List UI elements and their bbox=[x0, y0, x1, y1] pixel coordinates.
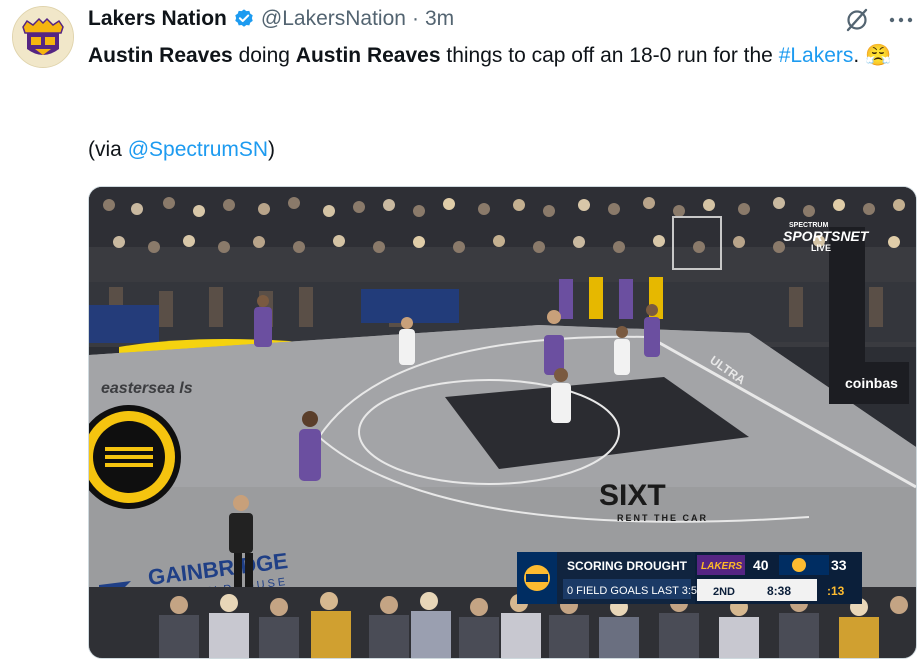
grok-icon[interactable] bbox=[843, 6, 871, 34]
separator-dot: · bbox=[411, 7, 419, 30]
text-segment-3: . bbox=[853, 44, 866, 67]
scorebug: SCORING DROUGHT 0 FIELD GOALS LAST 3:58 … bbox=[517, 552, 862, 604]
emoji: 😤 bbox=[865, 44, 892, 67]
scorebug-away-team: LAKERS bbox=[701, 561, 742, 572]
author-handle[interactable]: @LakersNation bbox=[261, 7, 406, 31]
court-ad-easterseals: eastersea ls bbox=[101, 380, 193, 397]
text-segment-2: things to cap off an 18-0 run for the bbox=[440, 44, 779, 67]
tweet-text: Austin Reaves doing Austin Reaves things… bbox=[88, 40, 903, 71]
text-bold-name-2: Austin Reaves bbox=[295, 44, 441, 67]
via-prefix: (via bbox=[88, 138, 128, 161]
broadcaster-main: SPORTSNET bbox=[783, 228, 870, 244]
scorebug-headline: SCORING DROUGHT bbox=[567, 559, 688, 573]
scorebug-home-score: 33 bbox=[831, 557, 847, 573]
via-suffix: ) bbox=[268, 138, 276, 161]
via-line: (via @SpectrumSN) bbox=[88, 136, 275, 164]
scorebug-subline: 0 FIELD GOALS LAST 3:58 bbox=[567, 585, 703, 597]
scorebug-clock: 8:38 bbox=[767, 584, 791, 598]
lakers-nation-logo-icon bbox=[13, 7, 73, 67]
verified-badge-icon bbox=[235, 9, 253, 27]
author-name[interactable]: Lakers Nation bbox=[88, 7, 227, 31]
mention-link[interactable]: @SpectrumSN bbox=[128, 138, 268, 161]
court-ad-sixt: SIXT bbox=[599, 479, 666, 512]
scorebug-shot-clock: :13 bbox=[827, 584, 845, 598]
avatar[interactable] bbox=[12, 6, 74, 68]
hashtag-link[interactable]: #Lakers bbox=[779, 44, 854, 67]
broadcaster-live: LIVE bbox=[811, 243, 831, 253]
scorebug-away-score: 40 bbox=[753, 557, 769, 573]
sideline-ad-coinbase: coinbas bbox=[845, 375, 898, 391]
court-ad-sixt-sub: RENT THE CAR bbox=[617, 513, 708, 523]
more-options-icon[interactable] bbox=[885, 6, 917, 34]
scorebug-period: 2ND bbox=[713, 586, 735, 598]
text-segment-1: doing bbox=[232, 44, 296, 67]
timestamp[interactable]: 3m bbox=[425, 7, 454, 31]
tweet-header: Lakers Nation @LakersNation · 3m bbox=[88, 6, 454, 32]
text-bold-name-1: Austin Reaves bbox=[88, 44, 233, 67]
video-player[interactable]: eastersea ls SIXT RENT THE CAR GAINBRIDG… bbox=[88, 186, 917, 659]
